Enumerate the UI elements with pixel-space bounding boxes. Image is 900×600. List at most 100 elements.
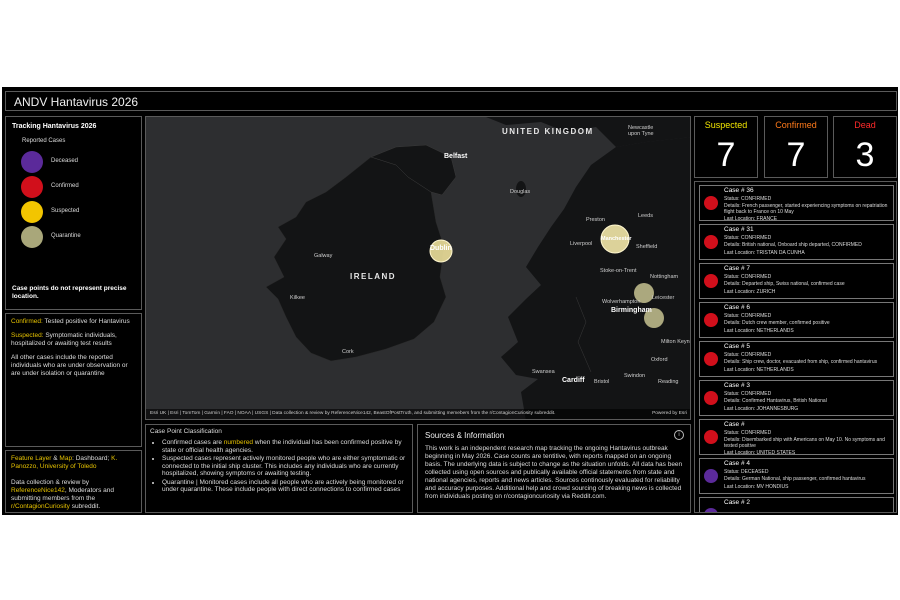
case-status-dot xyxy=(704,352,718,366)
other-definition: All other cases include the reported ind… xyxy=(11,354,128,377)
confirmed-definition: Confirmed: Tested positive for Hantaviru… xyxy=(11,318,136,326)
map-label-belfast: Belfast xyxy=(444,153,468,160)
suspected-counter: Suspected 7 xyxy=(694,116,758,178)
dead-counter-value: 3 xyxy=(855,136,875,174)
confirmed-counter-value: 7 xyxy=(786,136,806,174)
legend-item-quarantine: Quarantine xyxy=(21,226,141,250)
case-details: Details: Ship crew, doctor, evacuated fr… xyxy=(724,359,878,365)
credits-text: subreddit. xyxy=(69,503,101,510)
case-details: Details: British national, Onboard ship … xyxy=(724,242,862,248)
case-details: Details: Disembarked ship with Americans… xyxy=(724,437,885,449)
suspected-counter-value: 7 xyxy=(716,136,736,174)
case-title: Case # 31 xyxy=(724,226,754,233)
case-title: Case # 6 xyxy=(724,304,751,311)
map-label-cardiff: Cardiff xyxy=(562,377,585,384)
confirmed-term: Confirmed: xyxy=(11,318,43,325)
legend-title: Tracking Hantavirus 2026 xyxy=(12,123,97,130)
case-item[interactable]: Case # 3 Status: CONFIRMED Details: Conf… xyxy=(699,380,894,416)
map-label-leeds: Leeds xyxy=(638,213,653,219)
map-link[interactable]: Map xyxy=(59,455,72,462)
case-list[interactable]: Case # 36 Status: CONFIRMED Details: Fre… xyxy=(694,181,897,513)
map-label-reading: Reading xyxy=(658,379,679,385)
case-location: Last Location: TRISTAN DA CUNHA xyxy=(724,250,805,256)
case-location: Last Location: UNITED STATES xyxy=(724,450,796,456)
case-title: Case # 7 xyxy=(724,265,751,272)
credits-text: Data collection & review by xyxy=(11,479,90,486)
map-label-galway: Galway xyxy=(314,253,333,259)
map-label-sheffield: Sheffield xyxy=(636,244,658,250)
case-details: Details: French passenger, started exper… xyxy=(724,203,888,215)
legend-item-suspected: Suspected xyxy=(21,201,141,225)
map-label-kilkee: Kilkee xyxy=(290,295,305,301)
case-item[interactable]: Case # 5 Status: CONFIRMED Details: Ship… xyxy=(699,341,894,377)
case-item[interactable]: Case # Status: CONFIRMED Details: Disemb… xyxy=(699,419,894,456)
dead-counter-label: Dead xyxy=(854,120,876,130)
numbered-highlight: numbered xyxy=(223,439,254,446)
map-label-wolverhampton: Wolverhampton xyxy=(602,299,641,305)
legend-item-deceased: Deceased xyxy=(21,151,141,175)
case-status: Status: CONFIRMED xyxy=(724,313,772,319)
case-item[interactable]: Case # 36 Status: CONFIRMED Details: Fre… xyxy=(699,185,894,222)
subreddit-link[interactable]: r/ContagionCuriosity xyxy=(11,503,70,510)
case-details: Details: Confirmed Hantavirus, British N… xyxy=(724,398,827,404)
case-title: Case # 4 xyxy=(724,460,751,467)
confirmed-text: Tested positive for Hantavirus xyxy=(42,318,130,325)
map-label-nottingham: Nottingham xyxy=(650,274,679,280)
reviewer-link[interactable]: ReferenceNice142 xyxy=(11,487,65,494)
legend-subtitle: Reported Cases xyxy=(22,138,66,144)
case-location: Last Location: ZURICH xyxy=(724,289,776,295)
map-label-stoke: Stoke-on-Trent xyxy=(600,268,637,274)
quarantine-symbol xyxy=(21,226,43,248)
case-item[interactable]: Case # 31 Status: CONFIRMED Details: Bri… xyxy=(699,224,894,260)
case-location: Last Location: NETHERLANDS xyxy=(724,367,794,373)
credits-text: : Dashboard; xyxy=(72,455,112,462)
case-status-dot xyxy=(704,391,718,405)
sources-heading: Sources & Information xyxy=(425,431,505,440)
map-label-swansea: Swansea xyxy=(532,369,555,375)
case-status-dot xyxy=(704,313,718,327)
map-label-manchester: Manchester xyxy=(601,236,632,242)
map-label-swindon: Swindon xyxy=(624,373,646,379)
legend-item-confirmed: Confirmed xyxy=(21,176,141,200)
case-status: Status: CONFIRMED xyxy=(724,196,772,202)
header-bar: ANDV Hantavirus 2026 xyxy=(5,91,897,111)
info-icon[interactable]: i xyxy=(674,430,684,440)
map-label-preston: Preston xyxy=(586,217,605,223)
classification-quarantine: Quarantine | Monitored cases include all… xyxy=(162,479,412,494)
case-location: Last Location: NETHERLANDS xyxy=(724,328,794,334)
suspected-definition: Suspected: Symptomatic individuals, hosp… xyxy=(11,332,136,348)
sources-panel: Sources & Information i This work is an … xyxy=(417,424,691,513)
uk-label: UNITED KINGDOM xyxy=(502,127,594,136)
sources-body: This work is an independent research map… xyxy=(425,445,683,500)
dead-counter: Dead 3 xyxy=(833,116,897,178)
map-label-milton: Milton Keyn xyxy=(661,339,690,345)
case-title: Case # 3 xyxy=(724,382,751,389)
feature-layer-link[interactable]: Feature Layer xyxy=(11,455,51,462)
case-item[interactable]: Case # 4 Status: DECEASED Details: Germa… xyxy=(699,458,894,494)
case-item[interactable]: Case # 2 xyxy=(699,497,894,512)
powered-by-esri-link[interactable]: Powered by Esri xyxy=(652,411,687,416)
case-item[interactable]: Case # 7 Status: CONFIRMED Details: Depa… xyxy=(699,263,894,299)
map-view[interactable]: UNITED KINGDOM IRELAND Belfast Dublin Ga… xyxy=(145,116,691,420)
case-status-dot xyxy=(704,196,718,210)
map-attribution: Esri UK | Esri | TomTom | Garmin | FAO |… xyxy=(150,411,556,416)
map-label-douglas: Douglas xyxy=(510,189,531,195)
confirmed-counter: Confirmed 7 xyxy=(764,116,828,178)
case-status-dot xyxy=(704,235,718,249)
case-status: Status: CONFIRMED xyxy=(724,352,772,358)
classification-panel: Case Point Classification Confirmed case… xyxy=(145,424,413,513)
case-status: Status: CONFIRMED xyxy=(724,430,772,436)
case-status: Status: CONFIRMED xyxy=(724,235,772,241)
dashboard: ANDV Hantavirus 2026 Tracking Hantavirus… xyxy=(2,87,898,515)
map-label-uk: UNITED KINGDOM xyxy=(502,127,594,136)
case-title: Case # 36 xyxy=(724,187,754,194)
case-status-dot xyxy=(704,469,718,483)
case-details: Details: Dutch crew member, confirmed po… xyxy=(724,320,830,326)
suspected-counter-label: Suspected xyxy=(704,120,748,130)
case-title: Case # 2 xyxy=(724,499,751,506)
legend-label: Suspected xyxy=(51,208,80,214)
case-status: Status: CONFIRMED xyxy=(724,391,772,397)
case-item[interactable]: Case # 6 Status: CONFIRMED Details: Dutc… xyxy=(699,302,894,338)
suspected-term: Suspected: xyxy=(11,332,44,339)
suspected-symbol xyxy=(21,201,43,223)
